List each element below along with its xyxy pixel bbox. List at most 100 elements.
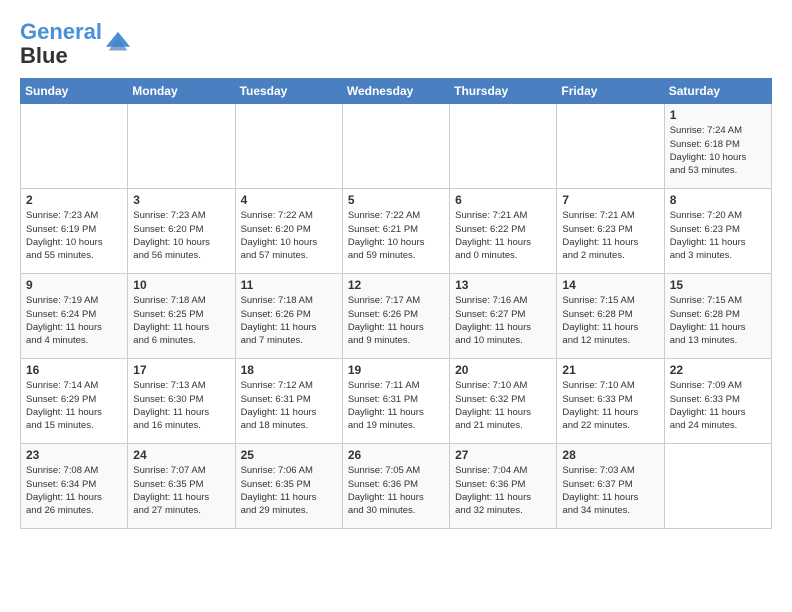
day-cell: 14 Sunrise: 7:15 AM Sunset: 6:28 PM Dayli… [557,274,664,359]
logo-text: General Blue [20,20,102,68]
day-cell: 19 Sunrise: 7:11 AM Sunset: 6:31 PM Dayli… [342,359,449,444]
day-cell: 3 Sunrise: 7:23 AM Sunset: 6:20 PM Daylig… [128,189,235,274]
day-cell: 24Sunrise: 7:07 AM Sunset: 6:35 PM Dayli… [128,444,235,529]
day-cell: 17Sunrise: 7:13 AM Sunset: 6:30 PM Dayli… [128,359,235,444]
week-row-4: 16 Sunrise: 7:14 AM Sunset: 6:29 PM Dayli… [21,359,772,444]
col-header-friday: Friday [557,79,664,104]
day-info: Sunrise: 7:24 AM Sunset: 6:18 PM Dayligh… [670,124,766,177]
calendar-table: SundayMondayTuesdayWednesdayThursdayFrid… [20,78,772,529]
day-info: Sunrise: 7:12 AM Sunset: 6:31 PM Dayligh… [241,379,337,432]
day-info: Sunrise: 7:14 AM Sunset: 6:29 PM Dayligh… [26,379,122,432]
day-number: 11 [241,278,337,292]
day-number: 9 [26,278,122,292]
day-number: 8 [670,193,766,207]
day-number: 16 [26,363,122,377]
day-cell: 7 Sunrise: 7:21 AM Sunset: 6:23 PM Daylig… [557,189,664,274]
day-info: Sunrise: 7:09 AM Sunset: 6:33 PM Dayligh… [670,379,766,432]
day-info: Sunrise: 7:06 AM Sunset: 6:35 PM Dayligh… [241,464,337,517]
day-cell: 26 Sunrise: 7:05 AM Sunset: 6:36 PM Dayli… [342,444,449,529]
day-number: 14 [562,278,658,292]
day-cell: 6 Sunrise: 7:21 AM Sunset: 6:22 PM Daylig… [450,189,557,274]
day-cell: 15 Sunrise: 7:15 AM Sunset: 6:28 PM Dayli… [664,274,771,359]
day-cell: 10Sunrise: 7:18 AM Sunset: 6:25 PM Dayli… [128,274,235,359]
day-info: Sunrise: 7:21 AM Sunset: 6:22 PM Dayligh… [455,209,551,262]
day-cell: 8 Sunrise: 7:20 AM Sunset: 6:23 PM Daylig… [664,189,771,274]
day-info: Sunrise: 7:23 AM Sunset: 6:19 PM Dayligh… [26,209,122,262]
day-cell: 4 Sunrise: 7:22 AM Sunset: 6:20 PM Daylig… [235,189,342,274]
day-number: 18 [241,363,337,377]
day-number: 1 [670,108,766,122]
day-info: Sunrise: 7:04 AM Sunset: 6:36 PM Dayligh… [455,464,551,517]
col-header-monday: Monday [128,79,235,104]
day-cell: 23 Sunrise: 7:08 AM Sunset: 6:34 PM Dayli… [21,444,128,529]
day-info: Sunrise: 7:22 AM Sunset: 6:21 PM Dayligh… [348,209,444,262]
day-cell [664,444,771,529]
day-cell: 12 Sunrise: 7:17 AM Sunset: 6:26 PM Dayli… [342,274,449,359]
day-cell: 16 Sunrise: 7:14 AM Sunset: 6:29 PM Dayli… [21,359,128,444]
day-info: Sunrise: 7:17 AM Sunset: 6:26 PM Dayligh… [348,294,444,347]
week-row-2: 2 Sunrise: 7:23 AM Sunset: 6:19 PM Daylig… [21,189,772,274]
week-row-3: 9 Sunrise: 7:19 AM Sunset: 6:24 PM Daylig… [21,274,772,359]
page-header: General Blue [20,20,772,68]
day-info: Sunrise: 7:10 AM Sunset: 6:33 PM Dayligh… [562,379,658,432]
day-cell: 28 Sunrise: 7:03 AM Sunset: 6:37 PM Dayli… [557,444,664,529]
day-number: 13 [455,278,551,292]
day-info: Sunrise: 7:15 AM Sunset: 6:28 PM Dayligh… [562,294,658,347]
day-cell: 21Sunrise: 7:10 AM Sunset: 6:33 PM Dayli… [557,359,664,444]
day-number: 15 [670,278,766,292]
day-cell: 11 Sunrise: 7:18 AM Sunset: 6:26 PM Dayli… [235,274,342,359]
day-number: 5 [348,193,444,207]
day-info: Sunrise: 7:05 AM Sunset: 6:36 PM Dayligh… [348,464,444,517]
day-cell: 20Sunrise: 7:10 AM Sunset: 6:32 PM Dayli… [450,359,557,444]
day-cell [235,104,342,189]
day-cell: 27 Sunrise: 7:04 AM Sunset: 6:36 PM Dayli… [450,444,557,529]
day-info: Sunrise: 7:20 AM Sunset: 6:23 PM Dayligh… [670,209,766,262]
day-cell: 22Sunrise: 7:09 AM Sunset: 6:33 PM Dayli… [664,359,771,444]
col-header-thursday: Thursday [450,79,557,104]
day-number: 24 [133,448,229,462]
col-header-wednesday: Wednesday [342,79,449,104]
day-cell: 9 Sunrise: 7:19 AM Sunset: 6:24 PM Daylig… [21,274,128,359]
day-info: Sunrise: 7:18 AM Sunset: 6:26 PM Dayligh… [241,294,337,347]
day-info: Sunrise: 7:16 AM Sunset: 6:27 PM Dayligh… [455,294,551,347]
day-cell [21,104,128,189]
day-info: Sunrise: 7:10 AM Sunset: 6:32 PM Dayligh… [455,379,551,432]
day-number: 6 [455,193,551,207]
day-cell [342,104,449,189]
day-info: Sunrise: 7:15 AM Sunset: 6:28 PM Dayligh… [670,294,766,347]
day-number: 3 [133,193,229,207]
week-row-5: 23 Sunrise: 7:08 AM Sunset: 6:34 PM Dayli… [21,444,772,529]
day-number: 12 [348,278,444,292]
header-row: SundayMondayTuesdayWednesdayThursdayFrid… [21,79,772,104]
col-header-saturday: Saturday [664,79,771,104]
col-header-sunday: Sunday [21,79,128,104]
day-number: 2 [26,193,122,207]
day-info: Sunrise: 7:22 AM Sunset: 6:20 PM Dayligh… [241,209,337,262]
week-row-1: 1 Sunrise: 7:24 AM Sunset: 6:18 PM Daylig… [21,104,772,189]
day-number: 27 [455,448,551,462]
logo: General Blue [20,20,132,68]
day-cell: 25Sunrise: 7:06 AM Sunset: 6:35 PM Dayli… [235,444,342,529]
day-info: Sunrise: 7:19 AM Sunset: 6:24 PM Dayligh… [26,294,122,347]
day-info: Sunrise: 7:03 AM Sunset: 6:37 PM Dayligh… [562,464,658,517]
day-info: Sunrise: 7:08 AM Sunset: 6:34 PM Dayligh… [26,464,122,517]
day-number: 28 [562,448,658,462]
day-number: 19 [348,363,444,377]
day-cell: 13 Sunrise: 7:16 AM Sunset: 6:27 PM Dayli… [450,274,557,359]
day-cell: 1 Sunrise: 7:24 AM Sunset: 6:18 PM Daylig… [664,104,771,189]
day-cell: 18 Sunrise: 7:12 AM Sunset: 6:31 PM Dayli… [235,359,342,444]
day-number: 7 [562,193,658,207]
day-number: 17 [133,363,229,377]
day-number: 10 [133,278,229,292]
day-info: Sunrise: 7:11 AM Sunset: 6:31 PM Dayligh… [348,379,444,432]
day-number: 4 [241,193,337,207]
day-number: 26 [348,448,444,462]
day-cell [128,104,235,189]
day-cell: 5 Sunrise: 7:22 AM Sunset: 6:21 PM Daylig… [342,189,449,274]
day-info: Sunrise: 7:23 AM Sunset: 6:20 PM Dayligh… [133,209,229,262]
day-number: 23 [26,448,122,462]
day-cell [450,104,557,189]
day-cell: 2 Sunrise: 7:23 AM Sunset: 6:19 PM Daylig… [21,189,128,274]
logo-icon [104,30,132,58]
day-info: Sunrise: 7:21 AM Sunset: 6:23 PM Dayligh… [562,209,658,262]
